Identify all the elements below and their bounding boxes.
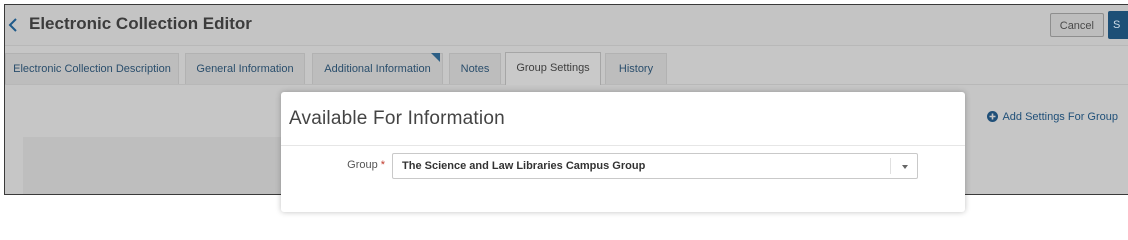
group-select-value: The Science and Law Libraries Campus Gro… (402, 160, 646, 172)
select-separator (890, 158, 891, 174)
page-title: Electronic Collection Editor (29, 14, 252, 33)
modified-marker-icon (431, 53, 440, 62)
divider (281, 145, 965, 146)
caret-down-icon[interactable] (902, 165, 908, 169)
cancel-button[interactable]: Cancel (1049, 13, 1104, 37)
tab-label: Additional Information (324, 63, 431, 75)
settings-panel (23, 137, 297, 194)
group-select[interactable]: The Science and Law Libraries Campus Gro… (392, 153, 918, 179)
save-button[interactable]: S (1108, 11, 1128, 39)
add-settings-label: Add Settings For Group (1002, 111, 1118, 123)
required-marker: * (380, 159, 385, 171)
plus-circle-icon (987, 111, 999, 125)
dialog-title: Available For Information (289, 108, 505, 129)
tab-electronic-collection-description[interactable]: Electronic Collection Description (5, 53, 179, 84)
group-label-text: Group (347, 159, 378, 171)
tab-notes[interactable]: Notes (449, 53, 501, 84)
add-settings-for-group-link[interactable]: Add Settings For Group (987, 111, 1118, 125)
tab-bar: Electronic Collection Description Genera… (5, 46, 1128, 85)
page-header: Electronic Collection Editor Cancel S (5, 5, 1128, 46)
tab-history[interactable]: History (605, 53, 667, 84)
group-field-label: Group * (341, 159, 385, 171)
back-chevron-icon[interactable] (7, 17, 21, 33)
available-for-information-dialog: Available For Information Group * The Sci… (281, 92, 965, 212)
tab-general-information[interactable]: General Information (185, 53, 305, 84)
tab-additional-information[interactable]: Additional Information (312, 53, 443, 84)
tab-group-settings[interactable]: Group Settings (505, 52, 601, 85)
